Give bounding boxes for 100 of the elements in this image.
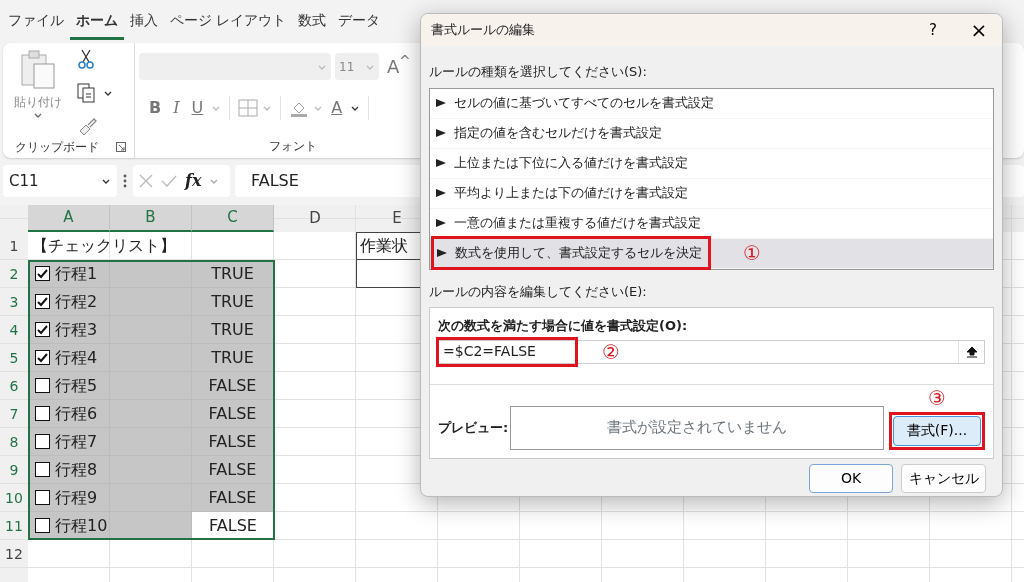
checkbox[interactable] — [35, 518, 50, 533]
checkbox[interactable] — [35, 322, 50, 337]
checkbox[interactable] — [35, 266, 50, 281]
selected-cell[interactable]: 行程5 — [28, 372, 110, 400]
preview-label: プレビュー: — [438, 419, 510, 437]
task-label: 行程10 — [55, 514, 108, 537]
selected-cell[interactable]: 行程8 — [28, 456, 110, 484]
ribbon-tab[interactable]: ファイル — [2, 10, 70, 40]
rule-type-text: 平均より上または下の値だけを書式設定 — [454, 184, 688, 203]
row-number[interactable]: 1 — [0, 232, 28, 260]
rule-type-option[interactable]: 平均より上または下の値だけを書式設定 — [430, 178, 993, 209]
cell-reference: C11 — [9, 170, 39, 192]
task-label: 行程8 — [55, 458, 98, 481]
checkbox[interactable] — [35, 378, 50, 393]
launcher-icon[interactable] — [116, 142, 126, 152]
selected-cell[interactable]: 行程7 — [28, 428, 110, 456]
grow-font-button[interactable]: A$^{^}$ — [383, 53, 415, 80]
row-number[interactable]: 11 — [0, 512, 28, 540]
row-number[interactable]: 7 — [0, 400, 28, 428]
scissors-icon[interactable] — [77, 49, 95, 69]
cell-value[interactable]: TRUE — [192, 288, 274, 316]
row-number[interactable]: 4 — [0, 316, 28, 344]
cell-value[interactable]: TRUE — [192, 316, 274, 344]
ribbon-tab[interactable]: 数式 — [292, 10, 333, 40]
ribbon-tab[interactable]: 挿入 — [124, 10, 164, 40]
checkbox[interactable] — [35, 434, 50, 449]
ribbon-tab[interactable]: ページ レイアウト — [164, 10, 293, 40]
rule-type-list[interactable]: セルの値に基づいてすべてのセルを書式設定 指定の値を含むセルだけを書式設定 上位または下位に入る値だけを書式設定 平均より上または下の値だけを書式設定 一意の値または重複する値だけを書式設定 数式を使用して、書式設定するセルを決定 ① — [429, 87, 994, 270]
underline-button[interactable]: U — [187, 96, 208, 120]
checkbox[interactable] — [35, 294, 50, 309]
cell-value[interactable]: FALSE — [192, 400, 274, 428]
row-number[interactable]: 10 — [0, 484, 28, 512]
close-button[interactable]: × — [956, 14, 1002, 46]
row-number[interactable]: 2 — [0, 260, 28, 288]
selected-cell[interactable] — [110, 484, 192, 512]
help-button[interactable]: ? — [910, 17, 956, 43]
task-label: 行程1 — [55, 262, 98, 285]
selected-cell[interactable]: 行程2 — [28, 288, 110, 316]
cell-value[interactable]: FALSE — [192, 428, 274, 456]
cell-value[interactable]: FALSE — [192, 484, 274, 512]
checkbox[interactable] — [35, 406, 50, 421]
row-number[interactable]: 5 — [0, 344, 28, 372]
chevron-icon[interactable] — [33, 111, 43, 119]
selected-cell[interactable]: 行程4 — [28, 344, 110, 372]
checkbox[interactable] — [35, 490, 50, 505]
cell-value[interactable]: TRUE — [192, 344, 274, 372]
rule-type-option[interactable]: 一意の値または重複する値だけを書式設定 — [430, 208, 993, 239]
name-box[interactable]: C11 — [3, 165, 117, 197]
column-header[interactable]: D — [274, 205, 356, 232]
row-number[interactable]: 12 — [0, 540, 28, 568]
insert-function-button[interactable]: fx — [185, 169, 202, 193]
row-number[interactable]: 8 — [0, 428, 28, 456]
cell-value[interactable]: FALSE — [192, 372, 274, 400]
font-color-button[interactable]: A — [327, 96, 347, 120]
rule-type-option[interactable]: 上位または下位に入る値だけを書式設定 — [430, 148, 993, 179]
cancel-button[interactable]: キャンセル — [901, 463, 986, 493]
cell-value[interactable]: FALSE — [192, 456, 274, 484]
selected-cell[interactable] — [110, 512, 192, 540]
selected-cell[interactable]: 行程10 — [28, 512, 110, 540]
group-label: フォント — [269, 139, 317, 153]
column-header[interactable]: B — [110, 205, 192, 232]
column-header[interactable]: A — [28, 205, 110, 232]
row-number[interactable]: 9 — [0, 456, 28, 484]
selected-cell[interactable]: 行程1 — [28, 260, 110, 288]
format-button[interactable]: 書式(F)... — [893, 415, 981, 446]
chevron-icon[interactable] — [103, 89, 113, 97]
rule-type-option[interactable]: 指定の値を含むセルだけを書式設定 — [430, 118, 993, 149]
check-icon[interactable] — [161, 174, 177, 188]
bold-button[interactable]: B — [145, 96, 166, 120]
selected-cell[interactable]: 行程6 — [28, 400, 110, 428]
column-header[interactable]: C — [192, 205, 274, 232]
selected-cell[interactable]: 行程9 — [28, 484, 110, 512]
copy-icon[interactable] — [77, 83, 95, 103]
cancel-icon[interactable] — [139, 174, 153, 188]
ribbon-tab[interactable]: データ — [332, 10, 387, 40]
more-icon[interactable] — [122, 173, 128, 189]
row-number[interactable]: 3 — [0, 288, 28, 316]
rule-type-option[interactable]: 数式を使用して、書式設定するセルを決定 ① — [430, 238, 993, 269]
rule-type-text: 指定の値を含むセルだけを書式設定 — [454, 124, 662, 143]
rule-type-option[interactable]: セルの値に基づいてすべてのセルを書式設定 — [430, 88, 993, 119]
ok-button[interactable]: OK — [809, 463, 893, 493]
paste-icon[interactable] — [20, 49, 56, 89]
selected-cell[interactable]: 行程3 — [28, 316, 110, 344]
checkbox[interactable] — [35, 350, 50, 365]
rule-type-label: ルールの種類を選択してください(S): — [428, 63, 648, 81]
formula-input[interactable]: =$C2=FALSE ② — [438, 339, 985, 364]
arrow-icon — [436, 99, 446, 107]
chevron-icon[interactable] — [350, 104, 361, 112]
italic-button[interactable]: I — [169, 96, 184, 120]
preview-text: 書式が設定されていません — [607, 417, 787, 439]
cell-value[interactable]: TRUE — [192, 260, 274, 288]
brush-icon[interactable] — [77, 117, 97, 135]
checkbox[interactable] — [35, 462, 50, 477]
ribbon-tab[interactable]: ホーム — [70, 10, 124, 40]
borders-icon[interactable] — [238, 99, 259, 117]
font-name-field[interactable] — [139, 53, 331, 80]
selected-cell[interactable] — [110, 260, 192, 288]
arrow-icon — [437, 249, 447, 257]
paste-label[interactable]: 貼り付け — [14, 93, 62, 111]
row-number[interactable]: 6 — [0, 372, 28, 400]
